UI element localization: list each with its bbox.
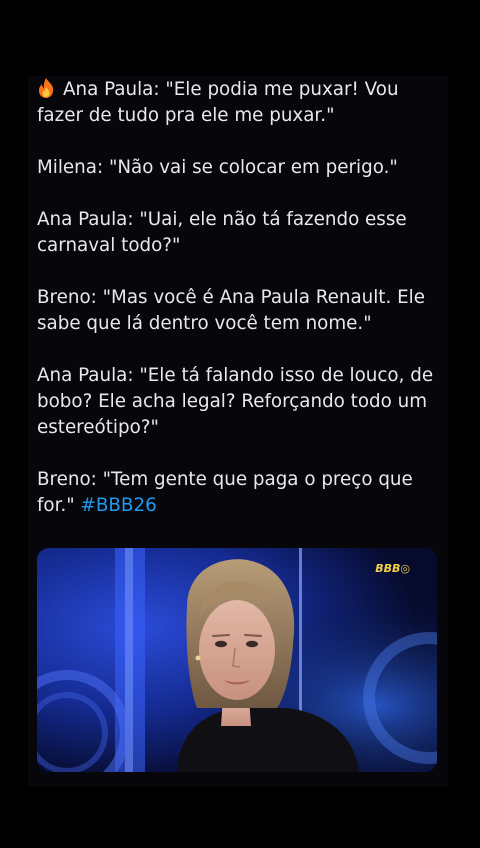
post-paragraph-4: Breno: "Mas você é Ana Paula Renault. El… xyxy=(37,285,447,337)
media-photo-illustration xyxy=(37,548,437,772)
post-media-image[interactable]: BBB◎ xyxy=(37,548,437,772)
post-line-2: Milena: "Não vai se colocar em perigo." xyxy=(37,157,398,178)
bbb-logo: BBB◎ xyxy=(375,562,410,575)
post-paragraph-3: Ana Paula: "Uai, ele não tá fazendo esse… xyxy=(37,207,447,259)
post-paragraph-6: Breno: "Tem gente que paga o preço que f… xyxy=(37,467,447,519)
logo-ring-icon: ◎ xyxy=(400,562,410,575)
post-paragraph-5: Ana Paula: "Ele tá falando isso de louco… xyxy=(37,363,447,441)
screenshot-frame: Ana Paula: "Ele podia me puxar! Vou faze… xyxy=(0,0,480,848)
hashtag-link[interactable]: #BBB26 xyxy=(81,495,157,516)
post-line-5: Ana Paula: "Ele tá falando isso de louco… xyxy=(37,365,434,438)
fire-emoji-icon xyxy=(37,77,55,99)
bbb-logo-text: BBB xyxy=(375,562,401,575)
post-line-3: Ana Paula: "Uai, ele não tá fazendo esse… xyxy=(37,209,407,256)
post-line-4: Breno: "Mas você é Ana Paula Renault. El… xyxy=(37,287,425,334)
post-text: Ana Paula: "Ele podia me puxar! Vou faze… xyxy=(37,77,447,519)
post-paragraph-1: Ana Paula: "Ele podia me puxar! Vou faze… xyxy=(37,77,447,129)
post-paragraph-2: Milena: "Não vai se colocar em perigo." xyxy=(37,155,447,181)
post-line-1: Ana Paula: "Ele podia me puxar! Vou faze… xyxy=(37,79,399,126)
